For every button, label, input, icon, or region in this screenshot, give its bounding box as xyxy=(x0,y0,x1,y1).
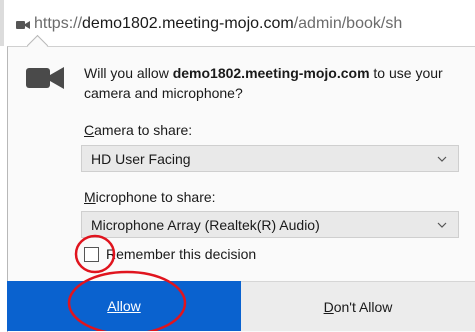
camera-selected-value: HD User Facing xyxy=(91,151,191,167)
dont-allow-button[interactable]: Don't Allow xyxy=(241,281,475,331)
microphone-selected-value: Microphone Array (Realtek(R) Audio) xyxy=(91,217,320,233)
microphone-label: Microphone to share: xyxy=(84,189,216,205)
allow-button[interactable]: Allow xyxy=(7,281,241,331)
camera-icon[interactable] xyxy=(16,20,30,30)
camera-select[interactable]: HD User Facing xyxy=(81,145,459,172)
remember-label[interactable]: Remember this decision xyxy=(106,246,256,262)
dont-allow-label-rest: on't Allow xyxy=(333,298,393,315)
microphone-select[interactable]: Microphone Array (Realtek(R) Audio) xyxy=(81,211,459,238)
chevron-down-icon xyxy=(437,222,447,228)
address-bar[interactable]: https://demo1802.meeting-mojo.com/admin/… xyxy=(0,0,475,46)
remember-checkbox[interactable] xyxy=(84,247,99,262)
url-text[interactable]: https://demo1802.meeting-mojo.com/admin/… xyxy=(34,15,402,33)
camera-label: Camera to share: xyxy=(84,122,193,138)
chevron-down-icon xyxy=(437,156,447,162)
camera-icon xyxy=(26,67,64,89)
permission-question: Will you allow demo1802.meeting-mojo.com… xyxy=(84,65,443,101)
